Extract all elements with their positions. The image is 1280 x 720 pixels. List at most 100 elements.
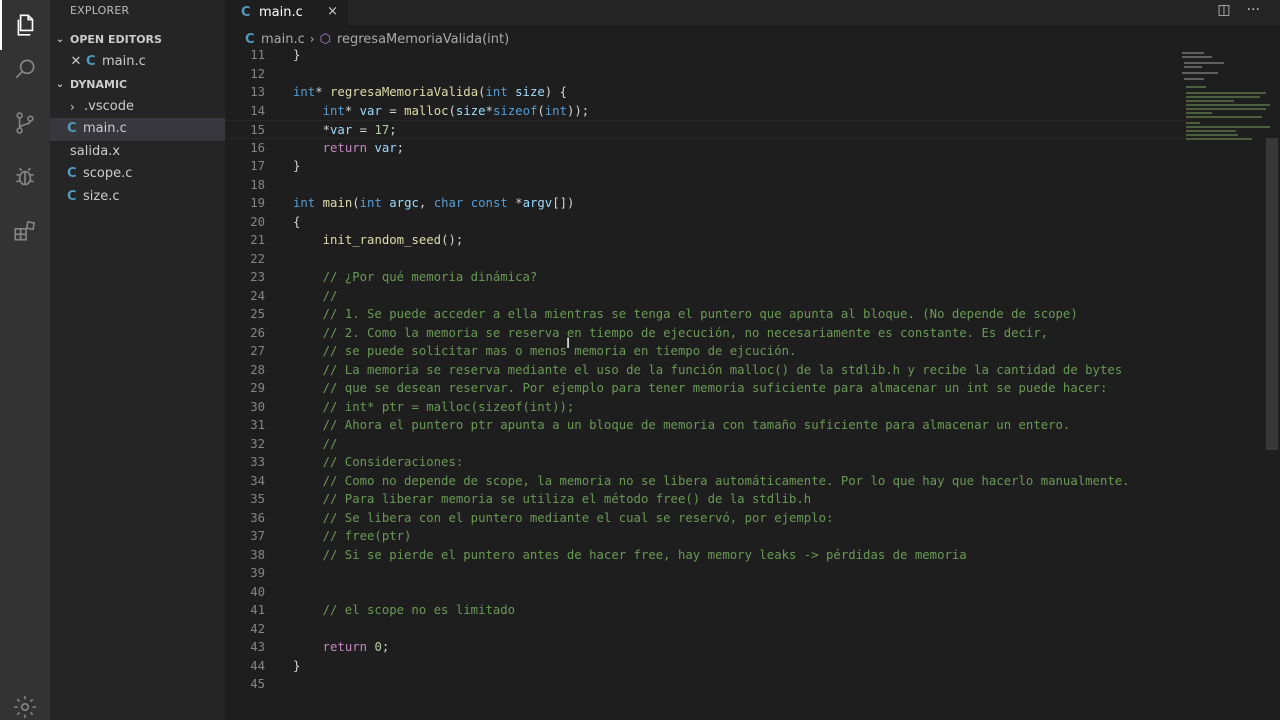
line-number: 21 <box>250 233 265 247</box>
debug-icon[interactable] <box>0 152 50 202</box>
minimap[interactable] <box>1180 50 1270 160</box>
c-file-icon: C <box>67 121 77 137</box>
line-number: 24 <box>250 288 265 303</box>
tree-item-size-c[interactable]: C size.c <box>50 186 225 209</box>
minimap-line <box>1186 138 1252 140</box>
source-control-icon[interactable] <box>0 98 50 148</box>
minimap-line <box>1186 112 1212 114</box>
explorer-sidebar: EXPLORER ⌄ OPEN EDITORS ✕ C main.c ⌄ DYN… <box>50 0 225 720</box>
chevron-right-icon: › <box>70 99 75 114</box>
code-line: 32 // <box>225 435 1185 454</box>
line-number: 14 <box>250 103 265 118</box>
code-line: 13 int* regresaMemoriaValida(int size) { <box>225 83 1185 102</box>
line-number: 32 <box>250 436 265 451</box>
code-line: 44} <box>225 657 1185 676</box>
code-text: int* regresaMemoriaValida(int size) { <box>293 85 567 99</box>
split-editor-icon[interactable]: ◫ <box>1217 2 1230 18</box>
line-number: 20 <box>250 214 265 229</box>
c-file-icon: C <box>67 188 77 204</box>
code-line: 40 <box>225 583 1185 602</box>
comment-text: // ¿Por qué memoria dinámica? <box>322 270 538 284</box>
close-icon[interactable]: ✕ <box>66 51 86 74</box>
minimap-line <box>1182 52 1204 54</box>
line-number: 25 <box>250 307 265 321</box>
line-number: 36 <box>250 510 265 525</box>
code-line: 35 // Para liberar memoria se utiliza el … <box>225 490 1185 509</box>
comment-text: // <box>322 288 338 303</box>
open-editor-label: main.c <box>102 54 146 69</box>
c-file-icon: C <box>86 54 96 69</box>
code-text: } <box>293 159 301 173</box>
code-line: 19 int main(int argc, char const *argv[]) <box>225 194 1185 213</box>
comment-text: // Como no depende de scope, la memoria … <box>322 473 1130 488</box>
code-editor[interactable]: 11} 12 13 int* regresaMemoriaValida(int s… <box>225 46 1280 720</box>
line-number: 27 <box>250 344 265 358</box>
breadcrumb-file[interactable]: main.c <box>261 32 305 47</box>
code-text: } <box>293 48 301 62</box>
code-line: 39 <box>225 564 1185 583</box>
line-number: 31 <box>250 418 265 432</box>
tree-item-main-c[interactable]: C main.c <box>50 118 225 141</box>
minimap-line <box>1186 130 1236 132</box>
settings-gear-icon[interactable] <box>0 682 50 720</box>
open-editors-label: OPEN EDITORS <box>70 33 162 46</box>
comment-text: // 1. Se puede acceder a ella mientras s… <box>322 307 1078 321</box>
open-editors-header[interactable]: ⌄ OPEN EDITORS <box>50 29 225 51</box>
comment-text: // Si se pierde el puntero antes de hace… <box>322 547 967 562</box>
line-number: 23 <box>250 270 265 284</box>
comment-text: // 2. Como la memoria se reserva en tiem… <box>322 325 1049 340</box>
code-line: 15 *var = 17; <box>225 120 1185 139</box>
folder-header[interactable]: ⌄ DYNAMIC <box>50 74 225 96</box>
open-editor-item[interactable]: ✕ C main.c <box>50 51 225 74</box>
tree-item-label: size.c <box>83 188 120 204</box>
line-number: 40 <box>250 584 265 599</box>
code-line: 21 init_random_seed(); <box>225 231 1185 250</box>
comment-text: // que se desean reservar. Por ejemplo p… <box>322 381 1108 395</box>
line-number: 18 <box>250 177 265 192</box>
code-text: int main(int argc, char const *argv[]) <box>293 196 575 210</box>
code-text: *var = 17; <box>293 123 397 137</box>
code-line: 25 // 1. Se puede acceder a ella mientras… <box>225 305 1185 324</box>
line-number: 44 <box>250 658 265 673</box>
line-number: 12 <box>250 66 265 81</box>
code-line: 20 { <box>225 213 1185 232</box>
vertical-scrollbar[interactable] <box>1266 138 1278 450</box>
tree-item-scope-c[interactable]: C scope.c <box>50 163 225 186</box>
line-number: 39 <box>250 566 265 580</box>
c-file-icon: C <box>241 5 251 20</box>
comment-text: // el scope no es limitado <box>322 603 516 617</box>
code-text: return 0; <box>322 640 390 654</box>
sidebar-title: EXPLORER <box>70 4 130 17</box>
code-line: 17} <box>225 157 1185 176</box>
tree-item-salida-x[interactable]: salida.x <box>50 141 225 164</box>
code-line: 38 // Si se pierde el puntero antes de ha… <box>225 546 1185 565</box>
tab-main-c[interactable]: C main.c × <box>225 0 348 25</box>
comment-text: // se puede solicitar mas o menos memori… <box>322 344 797 358</box>
close-icon[interactable]: × <box>327 4 338 19</box>
line-number: 26 <box>250 325 265 340</box>
breadcrumb-symbol[interactable]: regresaMemoriaValida(int) <box>337 32 509 47</box>
minimap-line <box>1186 108 1266 110</box>
tree-item-label: main.c <box>83 121 127 137</box>
extensions-icon[interactable] <box>0 206 50 256</box>
tree-item-vscode[interactable]: › .vscode <box>50 96 225 119</box>
code-line: 37 // free(ptr) <box>225 527 1185 546</box>
explorer-icon[interactable] <box>0 0 50 50</box>
search-icon[interactable] <box>0 44 50 94</box>
tab-bar: C main.c × ◫ ··· <box>225 0 1280 25</box>
comment-text: // Se libera con el puntero mediante el … <box>322 510 834 525</box>
line-number: 37 <box>250 529 265 543</box>
minimap-line <box>1186 116 1262 118</box>
line-number: 19 <box>250 196 265 210</box>
tree-item-label: salida.x <box>70 143 121 159</box>
minimap-line <box>1186 104 1270 106</box>
line-number: 45 <box>250 677 265 691</box>
line-number: 33 <box>250 455 265 469</box>
editor-actions: ◫ ··· <box>1217 2 1260 18</box>
line-number: 13 <box>250 85 265 99</box>
minimap-line <box>1184 66 1202 68</box>
more-actions-icon[interactable]: ··· <box>1247 2 1260 18</box>
line-number: 41 <box>250 603 265 617</box>
comment-text: // La memoria se reserva mediante el uso… <box>322 362 1123 377</box>
line-number: 34 <box>250 473 265 488</box>
